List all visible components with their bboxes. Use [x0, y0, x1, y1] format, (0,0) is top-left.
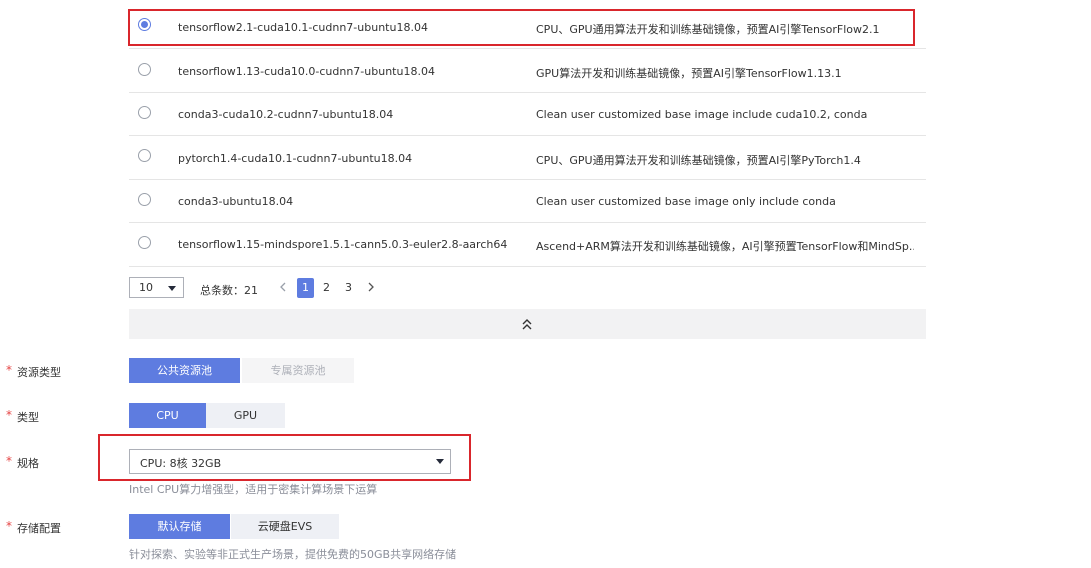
- resource-type-label: 资源类型: [17, 366, 61, 379]
- image-row[interactable]: tensorflow1.15-mindspore1.5.1-cann5.0.3-…: [129, 223, 926, 267]
- image-radio[interactable]: [138, 193, 151, 206]
- cpu-button[interactable]: CPU: [129, 403, 206, 428]
- image-description: Ascend+ARM算法开发和训练基础镜像，AI引擎预置TensorFlow和M…: [536, 240, 914, 253]
- chevron-left-icon[interactable]: [278, 280, 288, 297]
- storage-label: 存储配置: [17, 522, 61, 535]
- spec-label: 规格: [17, 457, 39, 470]
- image-name: pytorch1.4-cuda10.1-cudnn7-ubuntu18.04: [178, 152, 413, 165]
- image-description: Clean user customized base image include…: [536, 108, 868, 121]
- image-radio[interactable]: [138, 149, 151, 162]
- image-radio[interactable]: [138, 236, 151, 249]
- image-name: conda3-ubuntu18.04: [178, 195, 294, 208]
- image-name: conda3-cuda10.2-cudnn7-ubuntu18.04: [178, 108, 394, 121]
- image-row[interactable]: conda3-cuda10.2-cudnn7-ubuntu18.04 Clean…: [129, 93, 926, 136]
- dedicated-pool-button[interactable]: 专属资源池: [242, 358, 354, 383]
- selected-image-annotation: [128, 9, 915, 46]
- public-pool-button[interactable]: 公共资源池: [129, 358, 240, 383]
- default-storage-button[interactable]: 默认存储: [129, 514, 230, 539]
- chevron-right-icon[interactable]: [366, 280, 376, 297]
- double-chevron-up-icon[interactable]: [521, 318, 533, 334]
- spec-hint: Intel CPU算力增强型，适用于密集计算场景下运算: [129, 483, 378, 496]
- page-size-select[interactable]: 10: [129, 277, 184, 298]
- required-marker: *: [6, 363, 12, 377]
- evs-storage-button[interactable]: 云硬盘EVS: [231, 514, 339, 539]
- image-row[interactable]: conda3-ubuntu18.04 Clean user customized…: [129, 180, 926, 223]
- spec-annotation: [98, 434, 471, 481]
- image-row[interactable]: tensorflow1.13-cuda10.0-cudnn7-ubuntu18.…: [129, 49, 926, 93]
- page-button-2[interactable]: 2: [318, 278, 335, 298]
- caret-down-icon: [168, 286, 176, 291]
- image-name: tensorflow1.13-cuda10.0-cudnn7-ubuntu18.…: [178, 65, 435, 78]
- required-marker: *: [6, 408, 12, 422]
- required-marker: *: [6, 519, 12, 533]
- image-radio[interactable]: [138, 63, 151, 76]
- required-marker: *: [6, 454, 12, 468]
- storage-hint: 针对探索、实验等非正式生产场景，提供免费的50GB共享网络存储: [129, 548, 457, 561]
- image-description: CPU、GPU通用算法开发和训练基础镜像，预置AI引擎PyTorch1.4: [536, 154, 861, 167]
- image-name: tensorflow1.15-mindspore1.5.1-cann5.0.3-…: [178, 238, 508, 251]
- page-button-3[interactable]: 3: [340, 278, 357, 298]
- type-label: 类型: [17, 411, 39, 424]
- image-row[interactable]: pytorch1.4-cuda10.1-cudnn7-ubuntu18.04 C…: [129, 136, 926, 180]
- gpu-button[interactable]: GPU: [206, 403, 285, 428]
- total-count: 总条数：21: [200, 284, 258, 297]
- image-description: Clean user customized base image only in…: [536, 195, 836, 208]
- page-button-1[interactable]: 1: [297, 278, 314, 298]
- collapse-bar[interactable]: [129, 309, 926, 339]
- image-description: GPU算法开发和训练基础镜像，预置AI引擎TensorFlow1.13.1: [536, 67, 842, 80]
- page-size-value: 10: [139, 281, 153, 294]
- image-radio[interactable]: [138, 106, 151, 119]
